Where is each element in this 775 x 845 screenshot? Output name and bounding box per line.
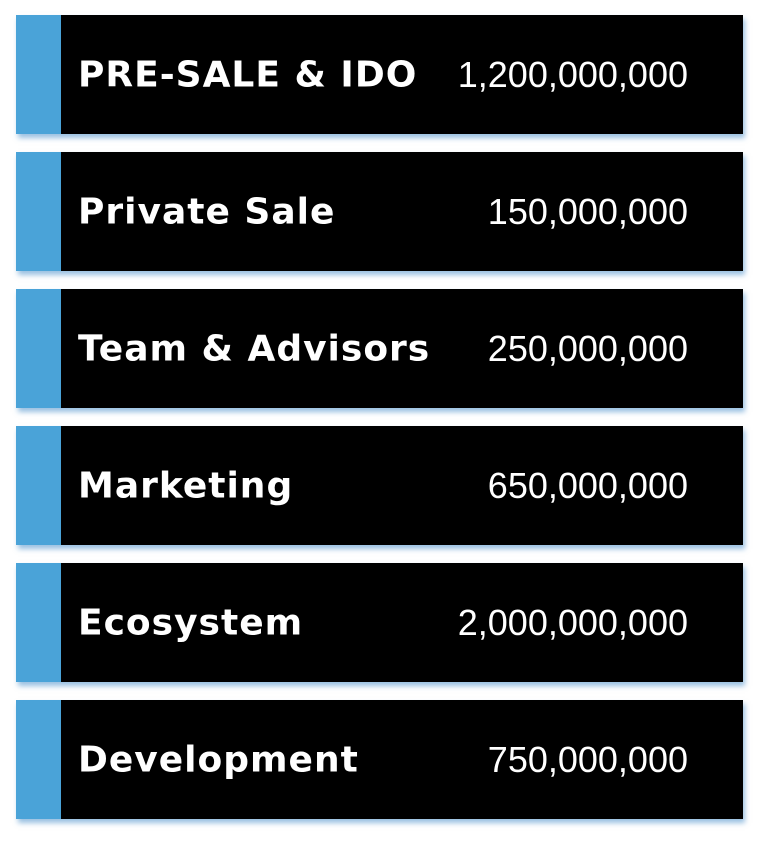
allocation-panel: Ecosystem 2,000,000,000 — [61, 563, 743, 682]
allocation-value: 150,000,000 — [487, 190, 688, 232]
allocation-label: Development — [78, 739, 359, 780]
allocation-row-ecosystem: Ecosystem 2,000,000,000 — [16, 563, 743, 682]
allocation-label: Ecosystem — [78, 602, 304, 643]
allocation-value: 2,000,000,000 — [457, 601, 688, 643]
allocation-label: Team & Advisors — [78, 328, 431, 369]
accent-bar — [16, 289, 61, 408]
allocation-panel: Development 750,000,000 — [61, 700, 743, 819]
accent-bar — [16, 563, 61, 682]
accent-bar — [16, 152, 61, 271]
allocation-value: 250,000,000 — [487, 327, 688, 369]
allocation-row-private-sale: Private Sale 150,000,000 — [16, 152, 743, 271]
accent-bar — [16, 700, 61, 819]
allocation-row-development: Development 750,000,000 — [16, 700, 743, 819]
allocation-label: Marketing — [78, 465, 294, 506]
allocation-panel: Marketing 650,000,000 — [61, 426, 743, 545]
allocation-row-presale-ido: PRE-SALE & IDO 1,200,000,000 — [16, 15, 743, 134]
accent-bar — [16, 15, 61, 134]
allocation-panel: PRE-SALE & IDO 1,200,000,000 — [61, 15, 743, 134]
allocation-value: 650,000,000 — [487, 464, 688, 506]
allocation-label: Private Sale — [78, 191, 336, 232]
allocation-value: 1,200,000,000 — [457, 53, 688, 95]
allocation-row-marketing: Marketing 650,000,000 — [16, 426, 743, 545]
allocation-panel: Private Sale 150,000,000 — [61, 152, 743, 271]
allocation-value: 750,000,000 — [487, 738, 688, 780]
allocation-row-team-advisors: Team & Advisors 250,000,000 — [16, 289, 743, 408]
allocation-panel: Team & Advisors 250,000,000 — [61, 289, 743, 408]
allocation-label: PRE-SALE & IDO — [78, 54, 418, 95]
accent-bar — [16, 426, 61, 545]
token-allocation-list: PRE-SALE & IDO 1,200,000,000 Private Sal… — [0, 0, 775, 845]
